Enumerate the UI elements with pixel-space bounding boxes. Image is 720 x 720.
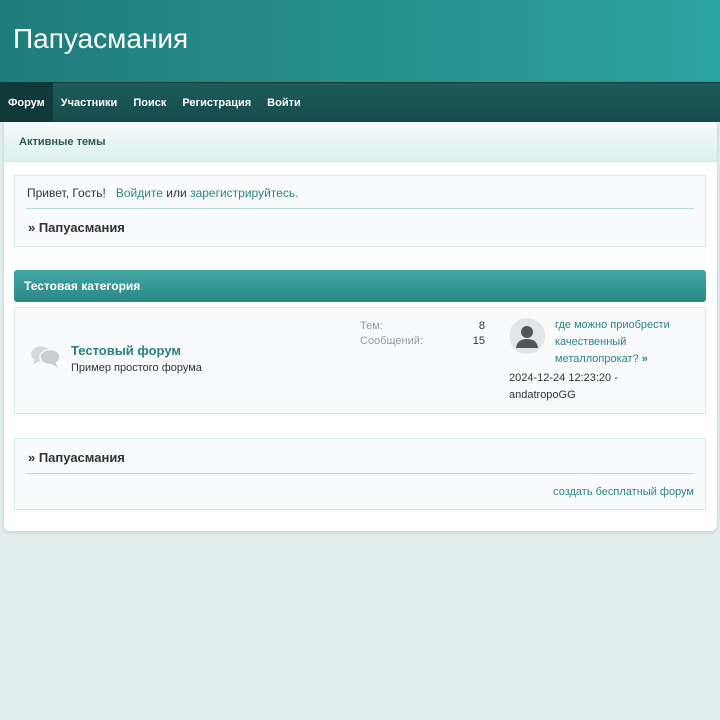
- topics-label: Тем:: [360, 320, 383, 332]
- welcome-box: Привет, Гость! Войдите или зарегистрируй…: [14, 175, 706, 247]
- or-text: или: [166, 186, 187, 200]
- last-post-date: 2024-12-24 12:23:20 -: [509, 372, 618, 384]
- speech-bubbles-icon: [30, 345, 62, 372]
- posts-count: 15: [472, 335, 485, 347]
- topics-count: 8: [478, 320, 485, 332]
- footer-box: » Папуасмания создать бесплатный форум: [14, 438, 706, 510]
- last-post-meta: 2024-12-24 12:23:20 - andatropoGG: [509, 370, 699, 404]
- footer-breadcrumb[interactable]: » Папуасмания: [28, 450, 125, 465]
- main-nav: Форум Участники Поиск Регистрация Войти: [0, 82, 720, 122]
- category-title[interactable]: Тестовая категория: [24, 279, 140, 293]
- last-post: где можно приобрести качественный металл…: [555, 317, 705, 368]
- nav-login[interactable]: Войти: [259, 83, 309, 122]
- main-container: Активные темы Привет, Гость! Войдите или…: [4, 122, 717, 531]
- active-topics-link[interactable]: Активные темы: [19, 136, 105, 148]
- divider: [26, 208, 694, 209]
- forum-description: Пример простого форума: [71, 362, 202, 374]
- user-silhouette-icon[interactable]: [509, 318, 545, 354]
- forum-row: Тестовый форум Пример простого форума Те…: [14, 307, 706, 414]
- nav-forum[interactable]: Форум: [0, 83, 53, 122]
- greeting-text: Привет, Гость!: [27, 186, 106, 200]
- create-forum-link[interactable]: создать бесплатный форум: [553, 486, 694, 498]
- breadcrumb[interactable]: » Папуасмания: [28, 220, 125, 235]
- login-link[interactable]: Войдите: [116, 186, 163, 200]
- nav-register[interactable]: Регистрация: [174, 83, 259, 122]
- posts-label: Сообщений:: [360, 335, 423, 347]
- nav-search[interactable]: Поиск: [125, 83, 174, 122]
- footer-divider: [26, 473, 694, 474]
- last-post-arrow-link[interactable]: »: [642, 353, 648, 365]
- last-post-author: andatropoGG: [509, 389, 576, 401]
- category-header: Тестовая категория: [14, 270, 706, 302]
- site-title[interactable]: Папуасмания: [13, 25, 188, 53]
- welcome-line: Привет, Гость! Войдите или зарегистрируй…: [27, 186, 298, 200]
- forum-title-link[interactable]: Тестовый форум: [71, 343, 181, 358]
- subnav-bar: Активные темы: [4, 122, 717, 162]
- register-link[interactable]: зарегистрируйтесь.: [190, 186, 298, 200]
- site-header: Папуасмания: [0, 0, 720, 82]
- nav-members[interactable]: Участники: [53, 83, 126, 122]
- last-post-link[interactable]: где можно приобрести качественный металл…: [555, 319, 670, 365]
